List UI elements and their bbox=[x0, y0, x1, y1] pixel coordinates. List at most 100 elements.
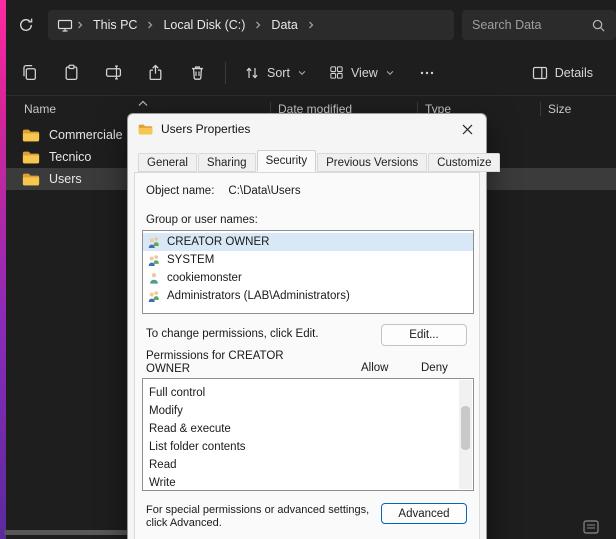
permission-row-full-control: Full control bbox=[143, 384, 473, 402]
copy-icon bbox=[21, 64, 38, 81]
principal-name: CREATOR OWNER bbox=[167, 236, 269, 248]
allow-column-label: Allow bbox=[361, 362, 388, 374]
close-icon bbox=[462, 124, 473, 135]
permission-row-write: Write bbox=[143, 474, 473, 491]
delete-button[interactable] bbox=[176, 56, 218, 90]
permission-row-list-folder-contents: List folder contents bbox=[143, 438, 473, 456]
edit-permissions-hint: To change permissions, click Edit. bbox=[146, 328, 319, 340]
permission-name: Read & execute bbox=[149, 423, 231, 435]
more-options-button[interactable] bbox=[406, 56, 448, 90]
explorer-top-bar: This PC Local Disk (C:) Data Search Data bbox=[6, 0, 616, 50]
tab-previous-versions[interactable]: Previous Versions bbox=[317, 153, 427, 172]
close-button[interactable] bbox=[451, 116, 483, 143]
dialog-tab-strip: General Sharing Security Previous Versio… bbox=[138, 153, 501, 172]
address-bar[interactable]: This PC Local Disk (C:) Data bbox=[48, 10, 454, 40]
refresh-button[interactable] bbox=[11, 11, 41, 39]
principal-name: SYSTEM bbox=[167, 254, 214, 266]
object-name-label: Object name: bbox=[146, 185, 214, 197]
chevron-right-icon bbox=[144, 20, 156, 30]
chevron-down-icon bbox=[297, 68, 307, 78]
view-label: View bbox=[351, 66, 378, 80]
edit-button[interactable]: Edit... bbox=[381, 324, 467, 346]
group-or-user-names-label: Group or user names: bbox=[146, 214, 258, 226]
folder-icon bbox=[22, 128, 40, 143]
details-pane-icon bbox=[532, 65, 548, 81]
permission-name: Full control bbox=[149, 387, 205, 399]
refresh-icon bbox=[18, 17, 34, 33]
object-name-row: Object name: C:\Data\Users bbox=[146, 185, 301, 197]
tab-security[interactable]: Security bbox=[257, 150, 317, 172]
toolbar-divider bbox=[225, 62, 226, 84]
tab-sharing[interactable]: Sharing bbox=[198, 153, 256, 172]
paste-icon bbox=[63, 64, 80, 81]
breadcrumb-item-local-disk-c[interactable]: Local Disk (C:) bbox=[156, 15, 252, 35]
principal-row-system[interactable]: SYSTEM bbox=[143, 251, 473, 269]
group-icon bbox=[147, 289, 161, 303]
paste-button[interactable] bbox=[50, 56, 92, 90]
permission-name: Modify bbox=[149, 405, 183, 417]
folder-icon bbox=[138, 123, 153, 136]
principal-row-creator-owner[interactable]: CREATOR OWNER bbox=[143, 233, 473, 251]
principal-name: cookiemonster bbox=[167, 272, 242, 284]
group-icon bbox=[147, 235, 161, 249]
folder-icon bbox=[22, 172, 40, 187]
command-toolbar: Sort View bbox=[6, 50, 616, 96]
search-icon bbox=[591, 18, 606, 33]
permissions-for-label: Permissions for CREATOR OWNER bbox=[146, 350, 316, 376]
rename-button[interactable] bbox=[92, 56, 134, 90]
column-divider[interactable] bbox=[540, 102, 541, 116]
desktop-screen: This PC Local Disk (C:) Data Search Data bbox=[0, 0, 616, 539]
advanced-button[interactable]: Advanced bbox=[381, 503, 467, 524]
tab-general[interactable]: General bbox=[138, 153, 197, 172]
group-icon bbox=[147, 253, 161, 267]
copy-button[interactable] bbox=[8, 56, 50, 90]
group-user-names-list: CREATOR OWNER SYSTEM cookiemonster bbox=[142, 230, 474, 314]
trash-icon bbox=[189, 64, 206, 81]
folder-name: Commerciale bbox=[49, 128, 123, 142]
view-dropdown[interactable]: View bbox=[318, 56, 406, 90]
sort-ascending-icon bbox=[137, 96, 149, 110]
sort-arrows-icon bbox=[244, 65, 260, 81]
column-header-size[interactable]: Size bbox=[548, 102, 571, 116]
folder-icon bbox=[22, 150, 40, 165]
permissions-scrollbar-thumb[interactable] bbox=[461, 406, 470, 450]
sort-label: Sort bbox=[267, 66, 290, 80]
folder-name: Tecnico bbox=[49, 150, 91, 164]
permission-row-read-execute: Read & execute bbox=[143, 420, 473, 438]
chevron-down-icon bbox=[385, 68, 395, 78]
breadcrumb-item-data[interactable]: Data bbox=[264, 15, 304, 35]
principal-row-cookiemonster[interactable]: cookiemonster bbox=[143, 269, 473, 287]
ellipsis-icon bbox=[419, 65, 435, 81]
dialog-title: Users Properties bbox=[161, 122, 250, 136]
permission-name: Read bbox=[149, 459, 177, 471]
principal-name: Administrators (LAB\Administrators) bbox=[167, 290, 350, 302]
share-button[interactable] bbox=[134, 56, 176, 90]
share-icon bbox=[147, 64, 164, 81]
deny-column-label: Deny bbox=[421, 362, 448, 374]
this-pc-icon[interactable] bbox=[56, 17, 74, 33]
object-name-value: C:\Data\Users bbox=[228, 185, 300, 197]
column-header-name[interactable]: Name bbox=[24, 102, 56, 116]
advanced-settings-hint: For special permissions or advanced sett… bbox=[146, 504, 378, 529]
rename-icon bbox=[105, 64, 122, 81]
view-options-icon[interactable] bbox=[580, 518, 602, 536]
tab-customize[interactable]: Customize bbox=[428, 153, 500, 172]
folder-name: Users bbox=[49, 172, 82, 186]
principal-row-administrators[interactable]: Administrators (LAB\Administrators) bbox=[143, 287, 473, 305]
sort-dropdown[interactable]: Sort bbox=[233, 56, 318, 90]
users-properties-dialog: Users Properties General Sharing Securit… bbox=[127, 113, 487, 539]
chevron-right-icon bbox=[252, 20, 264, 30]
details-toggle-button[interactable]: Details bbox=[521, 56, 604, 90]
permissions-list: Full control Modify Read & execute List … bbox=[142, 378, 474, 491]
breadcrumb-item-this-pc[interactable]: This PC bbox=[86, 15, 144, 35]
search-input[interactable]: Search Data bbox=[462, 10, 616, 40]
details-label: Details bbox=[555, 66, 593, 80]
permission-row-modify: Modify bbox=[143, 402, 473, 420]
search-placeholder-text: Search Data bbox=[472, 18, 541, 32]
permission-name: List folder contents bbox=[149, 441, 246, 453]
dialog-title-bar: Users Properties bbox=[128, 114, 486, 144]
chevron-right-icon bbox=[305, 20, 317, 30]
chevron-right-icon bbox=[74, 20, 86, 30]
permissions-scrollbar-track bbox=[459, 380, 472, 489]
user-icon bbox=[147, 271, 161, 285]
